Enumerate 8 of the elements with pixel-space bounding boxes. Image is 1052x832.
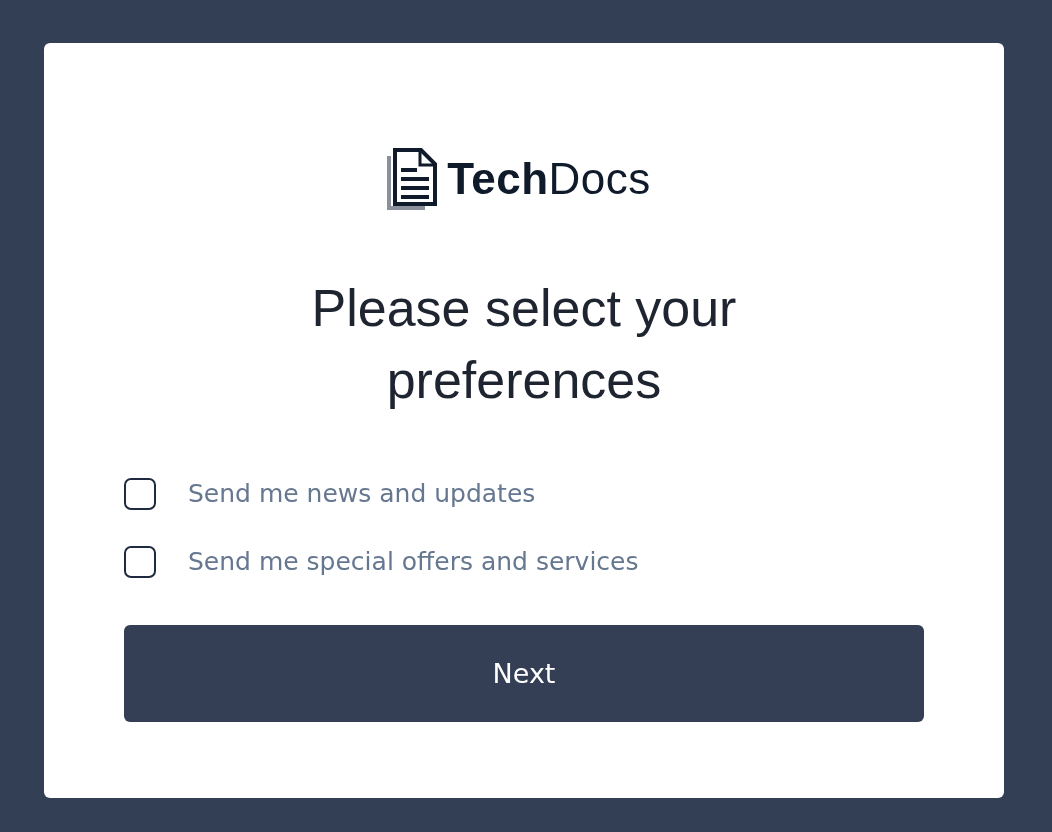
document-icon xyxy=(387,148,440,210)
checkbox[interactable] xyxy=(124,546,156,578)
checkbox-label[interactable]: Send me special offers and services xyxy=(188,546,639,578)
next-button[interactable]: Next xyxy=(124,625,924,722)
logo-text: TechDocs xyxy=(447,157,651,201)
checkbox-label[interactable]: Send me news and updates xyxy=(188,478,536,510)
heading: Please select your preferences xyxy=(310,278,738,411)
checkbox[interactable] xyxy=(124,478,156,510)
